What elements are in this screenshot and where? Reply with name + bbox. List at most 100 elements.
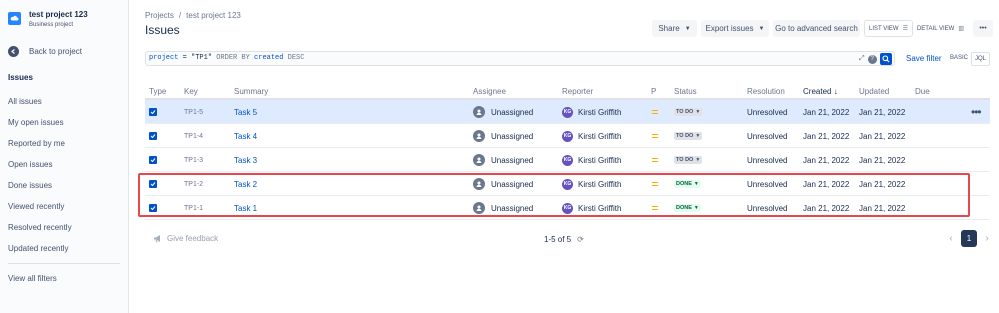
project-avatar-icon [8, 12, 21, 25]
list-icon: ☰ [902, 26, 908, 32]
row-more-icon[interactable]: ••• [971, 100, 982, 124]
share-button[interactable]: Share ▼ [652, 20, 697, 37]
save-filter-link[interactable]: Save filter [906, 54, 942, 63]
updated-date: Jan 21, 2022 [859, 131, 906, 141]
list-view-label: LIST VIEW [869, 25, 899, 32]
view-all-filters-link[interactable]: View all filters [8, 274, 57, 283]
sidebar-item-reported-by-me[interactable]: Reported by me [8, 139, 72, 160]
result-count-label: 1-5 of 5 [544, 235, 572, 244]
basic-mode-button[interactable]: BASIC [947, 52, 971, 66]
search-button[interactable] [879, 53, 892, 65]
sidebar-item-my-open-issues[interactable]: My open issues [8, 118, 72, 139]
breadcrumb-projects-link[interactable]: Projects [145, 11, 174, 20]
status-label: TO DO [676, 109, 694, 115]
give-feedback-label: Give feedback [167, 234, 219, 243]
status-cell[interactable]: TO DO ▼ [674, 148, 703, 172]
col-reporter[interactable]: Reporter [562, 87, 593, 96]
sidebar-filter-list: All issues My open issues Reported by me… [8, 97, 72, 265]
col-created[interactable]: Created ↓ [803, 87, 838, 96]
col-due[interactable]: Due [915, 87, 930, 96]
sidebar-item-viewed-recently[interactable]: Viewed recently [8, 202, 72, 223]
jql-input[interactable]: project = "TP1" ORDER BY created DESC [145, 51, 895, 66]
detail-view-button[interactable]: DETAIL VIEW ▥ [913, 20, 968, 37]
breadcrumb: Projects / test project 123 [145, 11, 241, 20]
task-type-icon [149, 124, 157, 148]
project-type: Business project [29, 22, 74, 28]
sort-arrow-icon: ↓ [833, 87, 838, 96]
advanced-search-button[interactable]: Go to advanced search [773, 20, 860, 37]
prev-page-icon[interactable]: ‹ [944, 233, 958, 244]
more-actions-button[interactable]: ••• [973, 20, 993, 37]
project-header[interactable]: test project 123 Business project [8, 10, 88, 30]
status-cell[interactable]: TO DO ▼ [674, 124, 703, 148]
jql-actions: ⤢ ? [859, 53, 892, 65]
col-priority[interactable]: P [651, 87, 656, 96]
unassigned-avatar-icon [473, 154, 485, 166]
chevron-down-icon: ▼ [684, 25, 691, 32]
priority-medium-icon [652, 148, 658, 172]
share-label: Share [658, 24, 680, 33]
jql-mode-button[interactable]: JQL [971, 52, 991, 66]
created-date: Jan 21, 2022 [803, 107, 850, 117]
pagination: ‹ 1 › [944, 230, 994, 247]
issue-key[interactable]: TP1-5 [184, 100, 203, 124]
assignee-name: Unassigned [491, 131, 534, 141]
page-button[interactable]: 1 [961, 230, 977, 247]
unassigned-avatar-icon [473, 106, 485, 118]
resolution: Unresolved [747, 131, 788, 141]
status-cell[interactable]: TO DO ▼ [674, 100, 703, 124]
sidebar-item-updated-recently[interactable]: Updated recently [8, 244, 72, 265]
avatar: KG [562, 130, 573, 142]
assignee-cell[interactable]: Unassigned [473, 148, 533, 172]
page-title: Issues [145, 23, 180, 37]
next-page-icon[interactable]: › [980, 233, 994, 244]
reporter-cell[interactable]: KG Kirsti Griffith [562, 148, 621, 172]
table-row[interactable]: TP1-4 Task 4 Unassigned KG Kirsti Griffi… [145, 124, 990, 148]
sidebar-item-open-issues[interactable]: Open issues [8, 160, 72, 181]
unassigned-avatar-icon [473, 130, 485, 142]
col-assignee[interactable]: Assignee [473, 87, 506, 96]
issue-key[interactable]: TP1-4 [184, 124, 203, 148]
breadcrumb-project-link[interactable]: test project 123 [186, 11, 241, 20]
status-badge: TO DO ▼ [674, 132, 703, 140]
search-icon [882, 55, 890, 63]
status-badge: TO DO ▼ [674, 108, 703, 116]
issue-key[interactable]: TP1-3 [184, 148, 203, 172]
chevron-down-icon: ▼ [695, 109, 701, 115]
export-issues-label: Export issues [705, 24, 754, 33]
refresh-icon[interactable]: ⟳ [577, 235, 584, 244]
reporter-cell[interactable]: KG Kirsti Griffith [562, 124, 621, 148]
list-view-button[interactable]: LIST VIEW ☰ [864, 20, 913, 37]
table-row[interactable]: TP1-5 Task 5 Unassigned KG Kirsti Griffi… [145, 100, 990, 124]
sidebar-item-done-issues[interactable]: Done issues [8, 181, 72, 202]
col-summary[interactable]: Summary [234, 87, 268, 96]
expand-icon[interactable]: ⤢ [859, 55, 865, 63]
assignee-name: Unassigned [491, 155, 534, 165]
sidebar-item-resolved-recently[interactable]: Resolved recently [8, 223, 72, 244]
col-status[interactable]: Status [674, 87, 697, 96]
give-feedback-link[interactable]: Give feedback [153, 234, 218, 243]
issue-summary-link[interactable]: Task 4 [234, 124, 257, 148]
col-updated[interactable]: Updated [859, 87, 889, 96]
back-to-project-link[interactable]: Back to project [8, 46, 82, 57]
status-label: TO DO [676, 133, 694, 139]
reporter-cell[interactable]: KG Kirsti Griffith [562, 100, 621, 124]
issue-summary-link[interactable]: Task 3 [234, 148, 257, 172]
status-label: TO DO [676, 157, 694, 163]
help-icon[interactable]: ? [867, 54, 877, 64]
assignee-cell[interactable]: Unassigned [473, 124, 533, 148]
table-row[interactable]: TP1-3 Task 3 Unassigned KG Kirsti Griffi… [145, 148, 990, 172]
issue-summary-link[interactable]: Task 5 [234, 100, 257, 124]
assignee-cell[interactable]: Unassigned [473, 100, 533, 124]
col-resolution[interactable]: Resolution [747, 87, 785, 96]
view-toggle: LIST VIEW ☰ DETAIL VIEW ▥ [864, 20, 971, 37]
sidebar-item-all-issues[interactable]: All issues [8, 97, 72, 118]
col-key[interactable]: Key [184, 87, 198, 96]
resolution: Unresolved [747, 155, 788, 165]
jql-order: ORDER BY [212, 54, 255, 62]
reporter-name: Kirsti Griffith [578, 107, 622, 117]
avatar: KG [562, 106, 573, 118]
created-date: Jan 21, 2022 [803, 155, 850, 165]
export-issues-button[interactable]: Export issues ▼ [701, 20, 769, 37]
col-type[interactable]: Type [149, 87, 166, 96]
